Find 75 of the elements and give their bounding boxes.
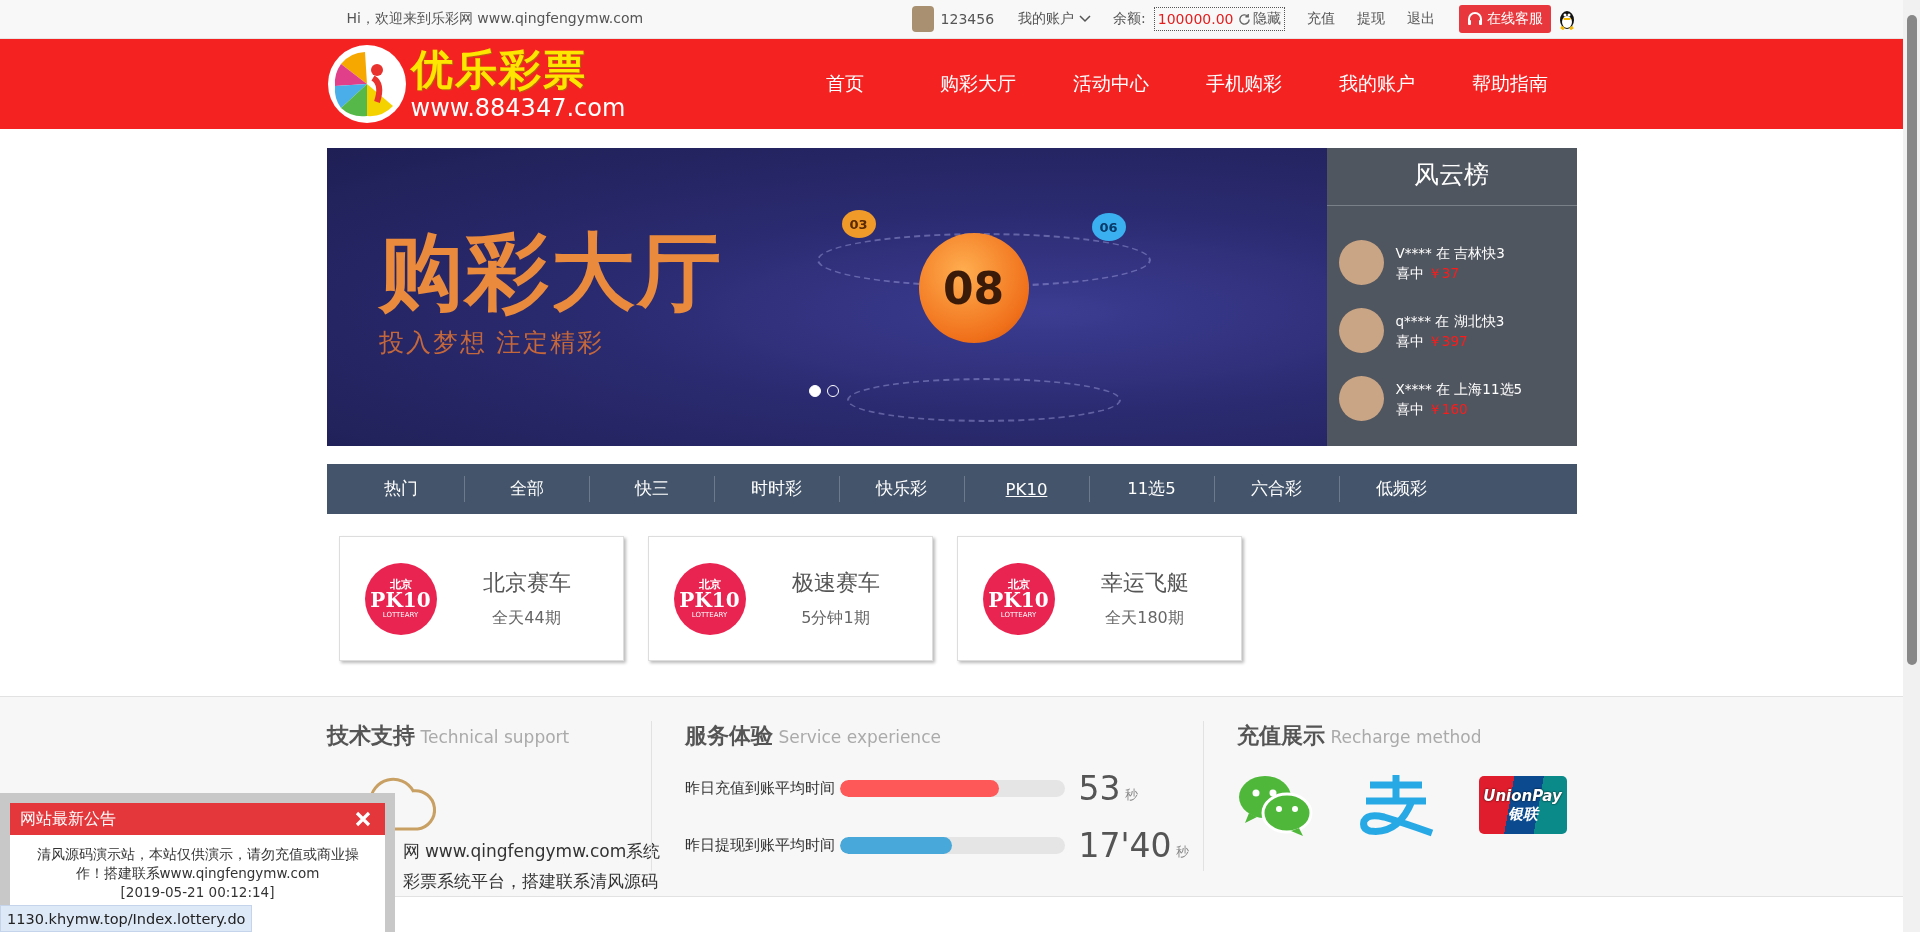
banner-title: 购彩大厅 [378, 226, 723, 318]
lottery-ball: 06 [1091, 213, 1126, 241]
headset-icon [1466, 11, 1483, 27]
metric-unit: 秒 [1124, 785, 1138, 804]
metric-label: 昨日提现到账平均时间 [684, 836, 836, 855]
game-name: 极速赛车 [791, 569, 880, 597]
nav-link[interactable]: 手机购彩 [1177, 71, 1311, 97]
metric-label: 昨日充值到账平均时间 [684, 779, 836, 798]
nav-link[interactable]: 购彩大厅 [911, 71, 1045, 97]
status-url: 1130.khymw.top/Index.lottery.do [0, 905, 253, 932]
balance-amount: 100000.00 [1157, 11, 1234, 27]
username: 123456 [940, 11, 995, 27]
game-name: 幸运飞艇 [1100, 569, 1189, 597]
prize-text: 喜中 ￥160 [1395, 399, 1469, 419]
greeting-text: Hi，欢迎来到乐彩网 www.qingfengymw.com [346, 10, 644, 28]
winner-text: V**** 在 吉林快3 [1395, 243, 1505, 263]
close-icon[interactable] [355, 811, 371, 827]
nav-link[interactable]: 帮助指南 [1443, 71, 1577, 97]
metric-unit: 秒 [1175, 842, 1189, 861]
game-name: 北京赛车 [482, 569, 571, 597]
section-subtitle: Technical support [420, 727, 570, 747]
category-tab[interactable]: 快三 [588, 476, 714, 502]
category-tab[interactable]: 时时彩 [713, 476, 839, 502]
prize-text: 喜中 ￥37 [1395, 263, 1460, 283]
notice-date: [2019-05-21 00:12:14] [120, 883, 275, 902]
section-title: 充值展示 [1236, 722, 1325, 750]
avatar-placeholder [1338, 376, 1384, 421]
category-tab[interactable]: 低频彩 [1338, 476, 1464, 502]
category-tab[interactable]: 六合彩 [1213, 476, 1339, 502]
footer-text: 彩票系统平台，搭建联系清风源码 [402, 870, 658, 893]
nav-link[interactable]: 活动中心 [1044, 71, 1178, 97]
section-subtitle: Recharge method [1330, 727, 1482, 747]
logo-name: 优乐彩票 [410, 46, 588, 94]
metric-value: 53 [1078, 769, 1121, 808]
section-title: 技术支持 [326, 722, 415, 750]
hide-button[interactable]: 隐藏 [1237, 10, 1281, 28]
avatar-placeholder [1338, 308, 1384, 353]
carousel-dot[interactable] [808, 385, 821, 397]
prize-text: 喜中 ￥397 [1395, 331, 1469, 351]
leaderboard-title: 风云榜 [1326, 148, 1577, 206]
online-service-button[interactable]: 在线客服 [1458, 5, 1551, 33]
popup-title: 网站最新公告 [20, 808, 116, 830]
winner-text: q**** 在 湖北快3 [1395, 311, 1505, 331]
category-tab[interactable]: 快乐彩 [838, 476, 964, 502]
banner-subtitle: 投入梦想 注定精彩 [378, 327, 606, 359]
chevron-down-icon [1079, 15, 1092, 23]
chat-bubbles-icon [1236, 773, 1313, 837]
winner-text: X**** 在 上海11选5 [1395, 379, 1523, 399]
balance-label: 余额: [1113, 10, 1146, 28]
game-period: 全天44期 [492, 608, 561, 629]
logo-url: www.884347.com [410, 94, 626, 122]
section-subtitle: Service experience [778, 727, 941, 747]
metric-value: 17'40 [1078, 826, 1172, 865]
nav-link[interactable]: 我的账户 [1310, 71, 1444, 97]
top-link[interactable]: 充值 [1306, 10, 1335, 28]
notice-text: 清风源码演示站，本站仅供演示，请勿充值或商业操作！搭建联系www.qingfengymw.com [35, 845, 360, 883]
lottery-ball: 03 [841, 210, 876, 238]
logo-icon[interactable] [326, 44, 407, 124]
avatar-placeholder [1338, 240, 1384, 285]
nav-link[interactable]: 首页 [778, 71, 912, 97]
scrollbar[interactable] [1903, 0, 1920, 932]
lottery-ball: 08 [918, 233, 1029, 343]
category-tab[interactable]: PK10 [963, 476, 1089, 502]
alipay-icon [1357, 773, 1434, 837]
category-tab[interactable]: 11选5 [1088, 476, 1214, 502]
top-link[interactable]: 提现 [1356, 10, 1385, 28]
avatar-placeholder [911, 6, 934, 32]
category-tab[interactable]: 热门 [338, 476, 464, 502]
account-menu[interactable]: 我的账户 [1018, 10, 1092, 28]
top-link[interactable]: 退出 [1406, 10, 1435, 28]
game-period: 全天180期 [1105, 608, 1184, 629]
game-period: 5分钟1期 [801, 608, 870, 629]
category-tab[interactable]: 全部 [463, 476, 589, 502]
section-title: 服务体验 [684, 722, 773, 750]
refresh-icon [1237, 12, 1251, 26]
